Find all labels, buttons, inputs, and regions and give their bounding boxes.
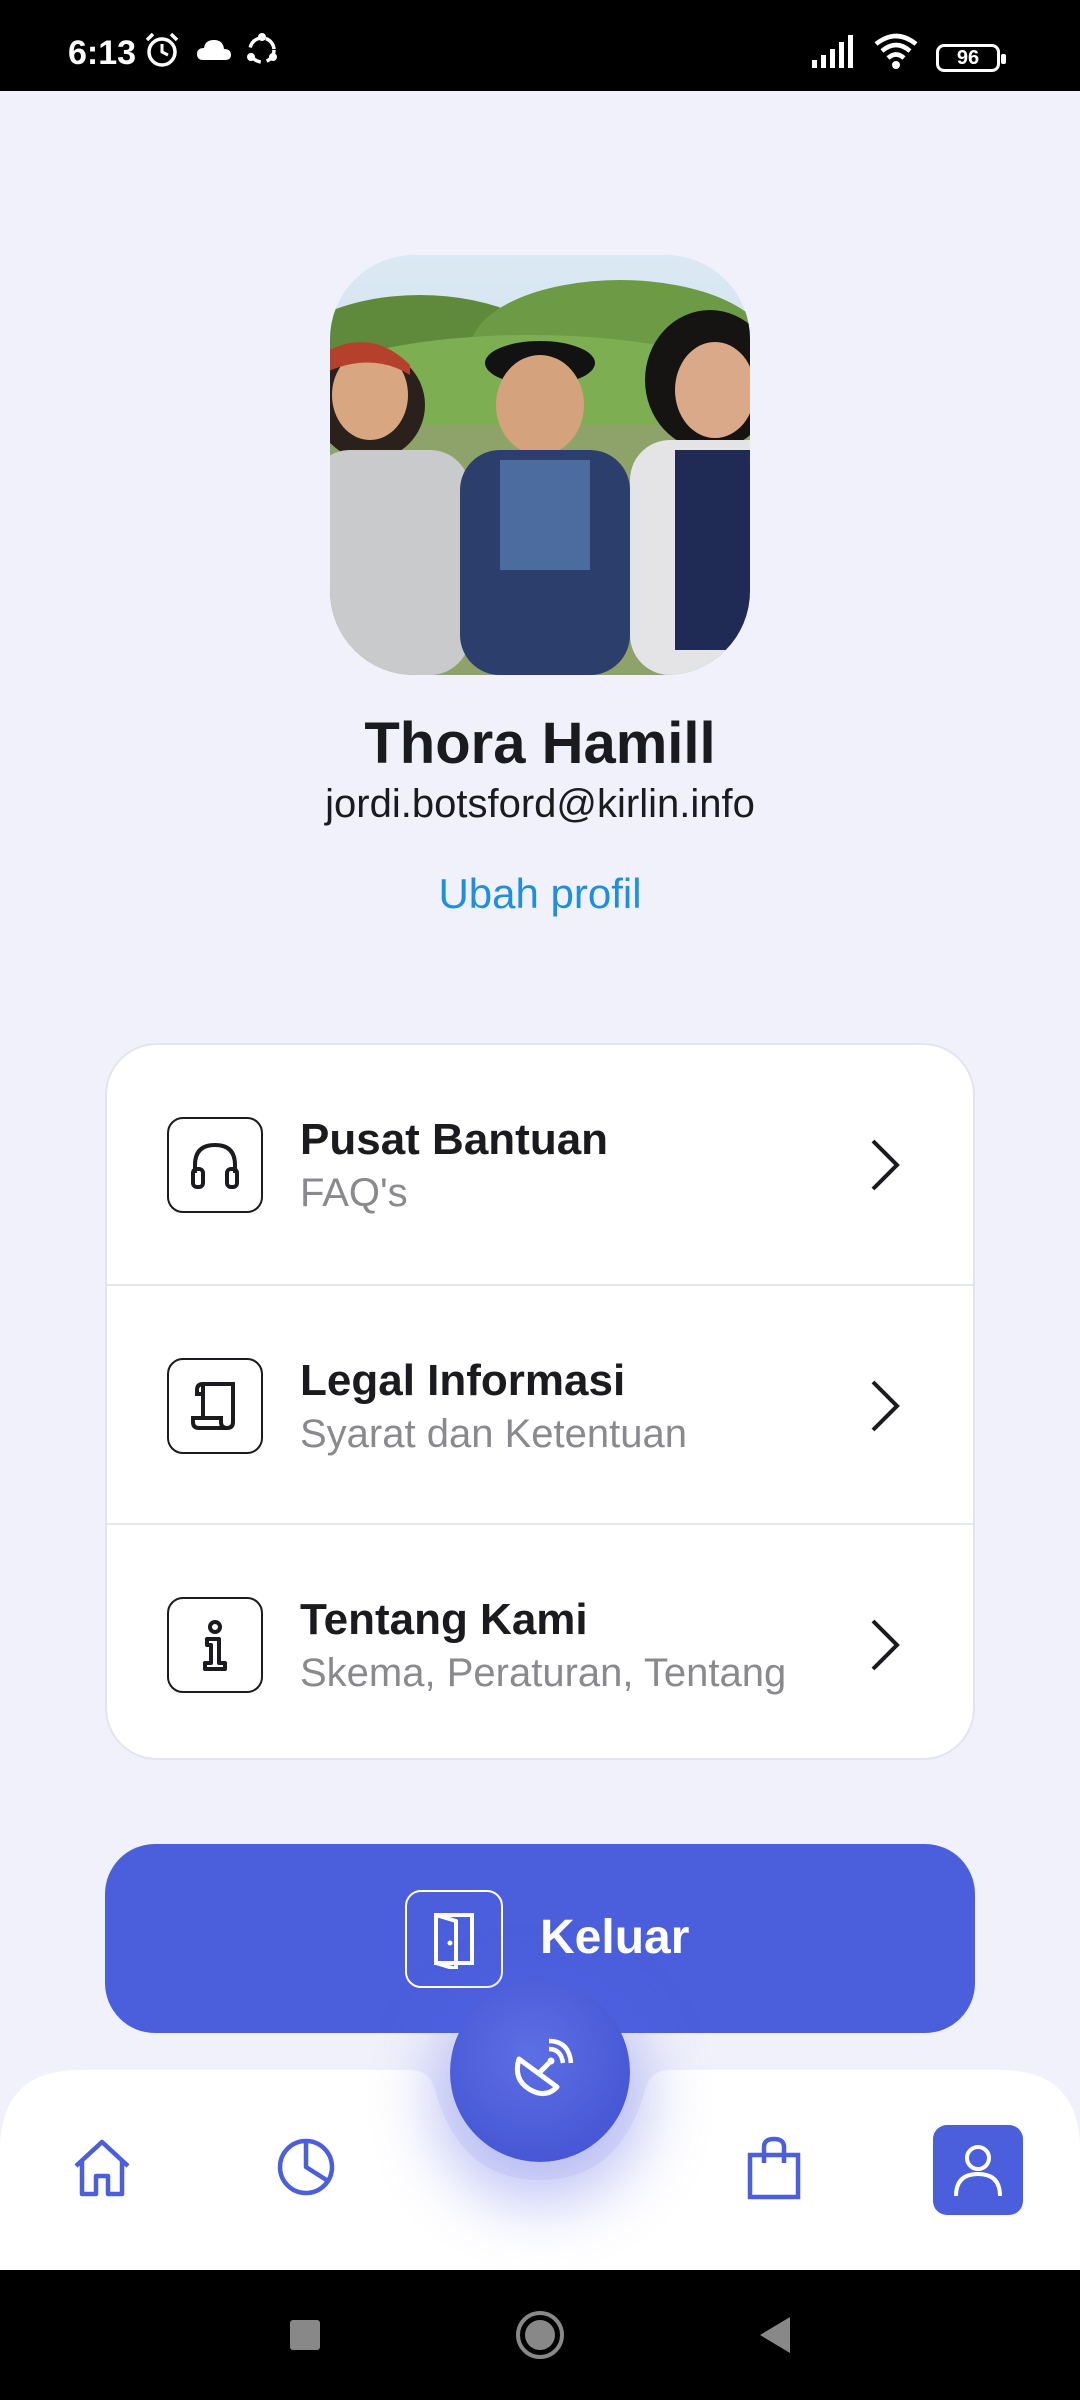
menu-item-subtitle: Syarat dan Ketentuan [300,1412,687,1456]
alarm-icon [145,32,179,67]
scroll-icon [167,1358,263,1454]
shopping-bag-icon [747,2136,801,2200]
nav-profile[interactable] [933,2125,1023,2215]
system-nav-bar [0,2270,1080,2400]
info-icon [167,1597,263,1693]
chevron-right-icon [871,1380,900,1432]
nav-statistics[interactable] [274,2135,338,2204]
cloud-icon [197,40,231,60]
menu-item-title: Pusat Bantuan [300,1115,609,1164]
menu-item-legal-information[interactable]: Legal Informasi Syarat dan Ketentuan [107,1284,973,1523]
logout-label: Keluar [540,1911,690,1964]
recent-apps-button[interactable] [250,2270,360,2400]
avatar[interactable] [330,255,750,675]
menu-item-title: Legal Informasi [300,1356,626,1405]
menu-item-title: Tentang Kami [300,1595,588,1644]
nav-shop[interactable] [744,2135,804,2206]
status-bar: 6:13 96 [0,0,1080,91]
sync-icon [247,33,277,64]
chevron-right-icon [871,1139,900,1191]
profile-name: Thora Hamill [364,711,716,776]
signal-icon [812,35,853,68]
nav-home[interactable] [70,2136,134,2205]
back-triangle-icon [760,2317,790,2353]
user-icon [954,2145,1002,2197]
square-icon [290,2320,320,2350]
home-icon [74,2139,130,2197]
pie-chart-icon [277,2138,335,2196]
nav-center-action[interactable] [450,1982,630,2162]
door-exit-icon [405,1890,503,1988]
circle-icon [516,2311,564,2359]
menu-item-subtitle: FAQ's [300,1171,408,1215]
satellite-dish-icon [514,2038,574,2096]
back-button[interactable] [720,2270,830,2400]
menu-item-about-us[interactable]: Tentang Kami Skema, Peraturan, Tentang [107,1523,973,1758]
headphones-icon [167,1117,263,1213]
wifi-icon [874,33,918,69]
avatar-photo [330,255,750,675]
profile-email: jordi.botsford@kirlin.info [325,782,755,826]
edit-profile-link[interactable]: Ubah profil [0,870,1080,918]
menu-item-subtitle: Skema, Peraturan, Tentang [300,1651,787,1695]
chevron-right-icon [871,1619,900,1671]
menu-card: Pusat Bantuan FAQ's Legal Informasi Syar… [105,1043,975,1760]
status-time: 6:13 [68,34,137,72]
menu-item-help-center[interactable]: Pusat Bantuan FAQ's [107,1045,973,1284]
home-system-button[interactable] [485,2270,595,2400]
battery-icon: 96 [936,44,1006,72]
